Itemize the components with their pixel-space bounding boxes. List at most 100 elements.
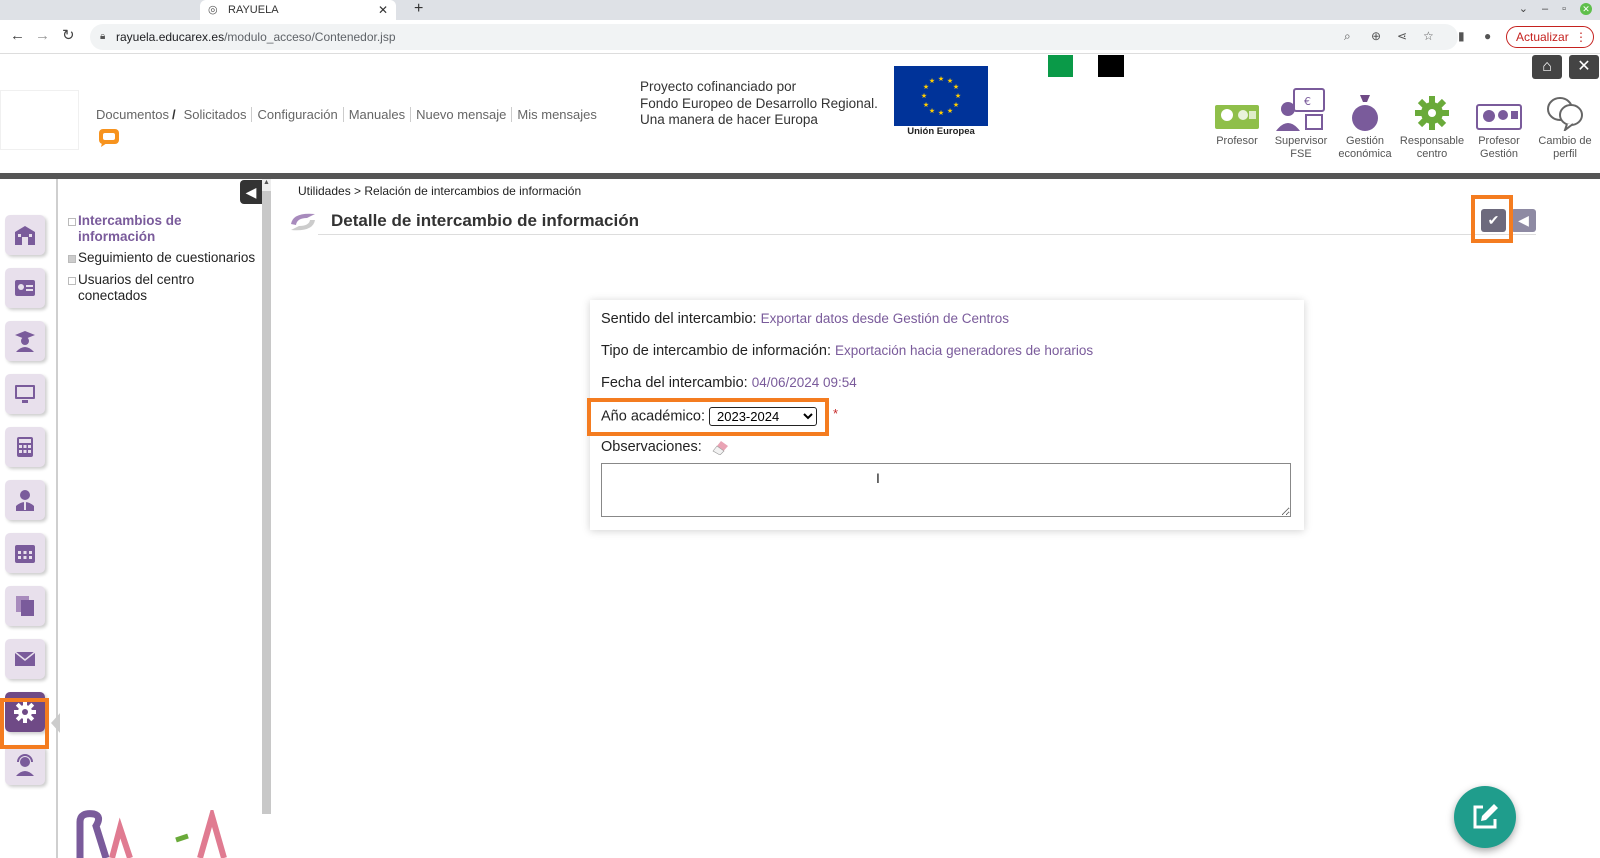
bookmark-star-icon[interactable]: ☆ xyxy=(1423,29,1434,43)
title-divider xyxy=(318,234,1536,235)
home-icon: ⌂ xyxy=(1542,58,1552,75)
zoom-icon[interactable]: ⊕ xyxy=(1371,29,1381,43)
edit-fab-button[interactable] xyxy=(1454,786,1516,848)
close-icon: ✕ xyxy=(1577,58,1591,75)
collapse-menu-button[interactable]: ◀ xyxy=(240,180,262,204)
submenu-item-cuestionarios[interactable]: Seguimiento de cuestionarios xyxy=(68,250,258,266)
sidebar-school-button[interactable] xyxy=(5,215,45,255)
eraser-icon[interactable] xyxy=(710,439,730,456)
svg-text:★: ★ xyxy=(923,101,929,109)
svg-text:★: ★ xyxy=(929,107,935,115)
field-sentido: Sentido del intercambio: Exportar datos … xyxy=(601,311,1009,327)
profile-cambio-de-perfil[interactable]: Cambio de perfil xyxy=(1532,85,1598,160)
window-close-icon[interactable]: ✕ xyxy=(1580,2,1592,15)
side-panel-icon[interactable]: ▮ xyxy=(1458,29,1465,43)
window-controls: ⌄ – ▫ ✕ xyxy=(1519,2,1592,15)
sentido-value: Exportar datos desde Gestión de Centros xyxy=(760,311,1010,326)
profile-label: Cambio de perfil xyxy=(1538,135,1592,160)
svg-text:★: ★ xyxy=(953,83,959,91)
bullet-icon xyxy=(68,277,76,285)
breadcrumb: Utilidades > Relación de intercambios de… xyxy=(298,184,582,198)
minimize-icon[interactable]: – xyxy=(1542,3,1548,15)
menu-configuracion[interactable]: Configuración xyxy=(252,107,344,122)
lock-icon: 🔒︎ xyxy=(100,31,106,42)
sidebar-staff-button[interactable] xyxy=(5,480,45,520)
top-menu: Documentos / Solicitados Configuración M… xyxy=(96,107,602,122)
tipo-label: Tipo de intercambio de información: xyxy=(601,343,831,359)
update-label: Actualizar xyxy=(1516,30,1569,44)
svg-text:★: ★ xyxy=(947,107,953,115)
back-button[interactable]: ◀ xyxy=(1511,209,1536,232)
sidebar-monitor-button[interactable] xyxy=(5,374,45,414)
address-bar-row: ← → ↻ 🔒︎ rayuela.educarex.es/modulo_acce… xyxy=(0,20,1600,54)
submenu-scrollbar[interactable] xyxy=(262,179,271,814)
profile-avatar-icon[interactable]: ● xyxy=(1484,29,1491,43)
icon-sidebar xyxy=(0,179,58,858)
menu-mis-mensajes[interactable]: Mis mensajes xyxy=(512,107,601,122)
menu-nuevo-mensaje[interactable]: Nuevo mensaje xyxy=(411,107,513,122)
tab-close-icon[interactable]: ✕ xyxy=(378,3,388,17)
profile-label: Gestión económica xyxy=(1338,135,1392,160)
svg-text:★: ★ xyxy=(921,92,927,100)
submenu-item-intercambios[interactable]: Intercambios de información xyxy=(68,213,258,245)
observaciones-label: Observaciones: xyxy=(601,439,702,455)
bullet-icon xyxy=(68,255,76,263)
text-cursor-icon: I xyxy=(876,470,880,486)
sidebar-support-button[interactable] xyxy=(5,745,45,785)
profile-profesor[interactable]: Profesor xyxy=(1204,85,1270,148)
url-path: /modulo_acceso/Contenedor.jsp xyxy=(224,30,396,44)
sidebar-student-button[interactable] xyxy=(5,321,45,361)
menu-dots-icon: ⋮ xyxy=(1575,30,1587,44)
profile-label: Supervisor FSE xyxy=(1274,135,1328,160)
chat-icon[interactable] xyxy=(98,128,120,148)
profile-label: Profesor xyxy=(1216,135,1258,147)
sentido-label: Sentido del intercambio: xyxy=(601,311,757,327)
eu-funding-text: Proyecto cofinanciado por Fondo Europeo … xyxy=(640,79,878,129)
reload-icon[interactable]: ↻ xyxy=(62,28,75,44)
supervisor-icon: € xyxy=(1276,88,1325,131)
sidebar-mail-button[interactable] xyxy=(5,639,45,679)
sidebar-calculator-button[interactable] xyxy=(5,427,45,467)
observaciones-textarea[interactable] xyxy=(601,463,1291,517)
eu-text-line: Fondo Europeo de Desarrollo Regional. xyxy=(640,95,878,111)
profile-gestion-economica[interactable]: Gestión económica xyxy=(1332,85,1398,160)
back-arrow-icon[interactable]: ← xyxy=(10,28,25,44)
menu-solicitados[interactable]: Solicitados xyxy=(179,107,253,122)
restore-icon[interactable]: ▫ xyxy=(1562,3,1566,15)
submenu-item-usuarios-conectados[interactable]: Usuarios del centro conectados xyxy=(68,272,258,304)
globe-icon: ◎ xyxy=(208,4,218,16)
sidebar-calendar-button[interactable] xyxy=(5,533,45,573)
profile-profesor-gestion[interactable]: Profesor Gestión xyxy=(1466,85,1532,160)
update-button[interactable]: Actualizar ⋮ xyxy=(1506,26,1594,48)
support-icon xyxy=(16,754,34,776)
tab-title: RAYUELA xyxy=(228,4,279,16)
search-icon[interactable]: ⌕ xyxy=(1344,29,1351,43)
scroll-up-icon[interactable]: ▲ xyxy=(262,179,271,191)
browser-tab[interactable]: ◎ RAYUELA ✕ xyxy=(200,0,396,20)
submenu-item-label: Intercambios de información xyxy=(78,213,182,244)
svg-text:★: ★ xyxy=(929,77,935,85)
calendar-icon xyxy=(15,545,35,563)
share-icon[interactable]: ⋖ xyxy=(1397,29,1407,43)
submenu-item-label: Seguimiento de cuestionarios xyxy=(78,250,256,265)
menu-documentos[interactable]: Documentos xyxy=(96,107,172,122)
url-field[interactable]: 🔒︎ rayuela.educarex.es/modulo_acceso/Con… xyxy=(90,24,1458,50)
exchange-icon xyxy=(291,213,315,231)
tipo-value: Exportación hacia generadores de horario… xyxy=(835,343,1094,358)
close-session-button[interactable]: ✕ xyxy=(1569,55,1599,79)
menu-manuales[interactable]: Manuales xyxy=(344,107,412,122)
eu-text-line: Proyecto cofinanciado por xyxy=(640,79,797,94)
rayuela-logo xyxy=(76,810,227,858)
sidebar-id-card-button[interactable] xyxy=(5,268,45,308)
forward-arrow-icon[interactable]: → xyxy=(35,28,50,44)
new-tab-icon[interactable]: + xyxy=(414,1,423,17)
speech-bubbles-icon xyxy=(1547,97,1583,131)
home-button[interactable]: ⌂ xyxy=(1532,55,1562,79)
profile-responsable-centro[interactable]: Responsable centro xyxy=(1399,85,1465,160)
sidebar-documents-button[interactable] xyxy=(5,586,45,626)
field-observaciones: Observaciones: xyxy=(601,439,730,456)
teacher-management-icon xyxy=(1476,104,1522,130)
tab-list-icon[interactable]: ⌄ xyxy=(1519,2,1528,15)
profile-supervisor-fse[interactable]: € Supervisor FSE xyxy=(1268,85,1334,160)
documents-icon xyxy=(16,596,34,616)
